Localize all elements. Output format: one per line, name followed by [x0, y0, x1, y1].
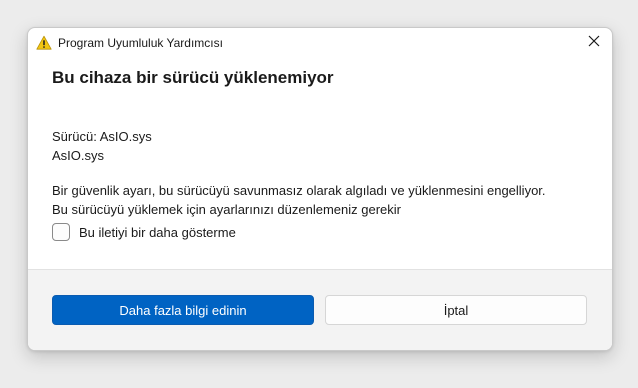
- close-icon: [588, 34, 600, 52]
- dont-show-again-checkbox[interactable]: [52, 223, 70, 241]
- dont-show-again-row[interactable]: Bu iletiyi bir daha gösterme: [52, 221, 236, 243]
- dialog-heading: Bu cihaza bir sürücü yüklenemiyor: [52, 68, 334, 87]
- window-title: Program Uyumluluk Yardımcısı: [58, 36, 223, 50]
- title-bar: Program Uyumluluk Yardımcısı: [28, 28, 612, 58]
- warning-icon: [36, 35, 52, 51]
- message-line-2: Bu sürücüyü yüklemek için ayarlarınızı d…: [52, 202, 401, 217]
- message-line-1: Bir güvenlik ayarı, bu sürücüyü savunmas…: [52, 183, 546, 198]
- driver-file: AsIO.sys: [52, 148, 105, 163]
- compatibility-dialog: Program Uyumluluk Yardımcısı Bu cihaza b…: [27, 27, 613, 351]
- learn-more-button[interactable]: Daha fazla bilgi edinin: [52, 295, 314, 325]
- cancel-button[interactable]: İptal: [325, 295, 587, 325]
- driver-line: Sürücü: AsIO.sys: [52, 129, 152, 144]
- dialog-footer: Daha fazla bilgi edinin İptal: [28, 269, 612, 350]
- close-button[interactable]: [576, 28, 612, 58]
- dont-show-again-label: Bu iletiyi bir daha gösterme: [79, 224, 236, 240]
